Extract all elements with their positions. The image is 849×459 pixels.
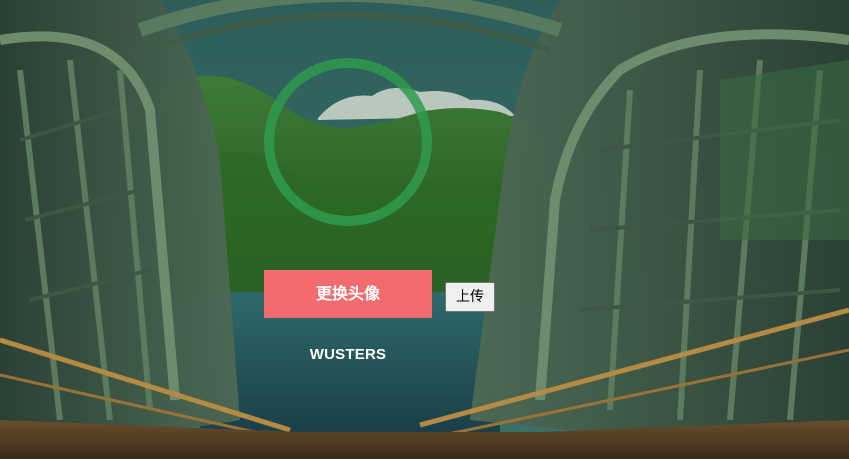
background-photo bbox=[0, 0, 849, 459]
change-avatar-button[interactable]: 更换头像 bbox=[264, 270, 432, 318]
username-label: WUSTERS bbox=[309, 346, 387, 363]
upload-button[interactable]: 上传 bbox=[445, 282, 495, 312]
profile-page: 更换头像 上传 WUSTERS bbox=[0, 0, 849, 459]
avatar-placeholder[interactable] bbox=[264, 58, 432, 226]
